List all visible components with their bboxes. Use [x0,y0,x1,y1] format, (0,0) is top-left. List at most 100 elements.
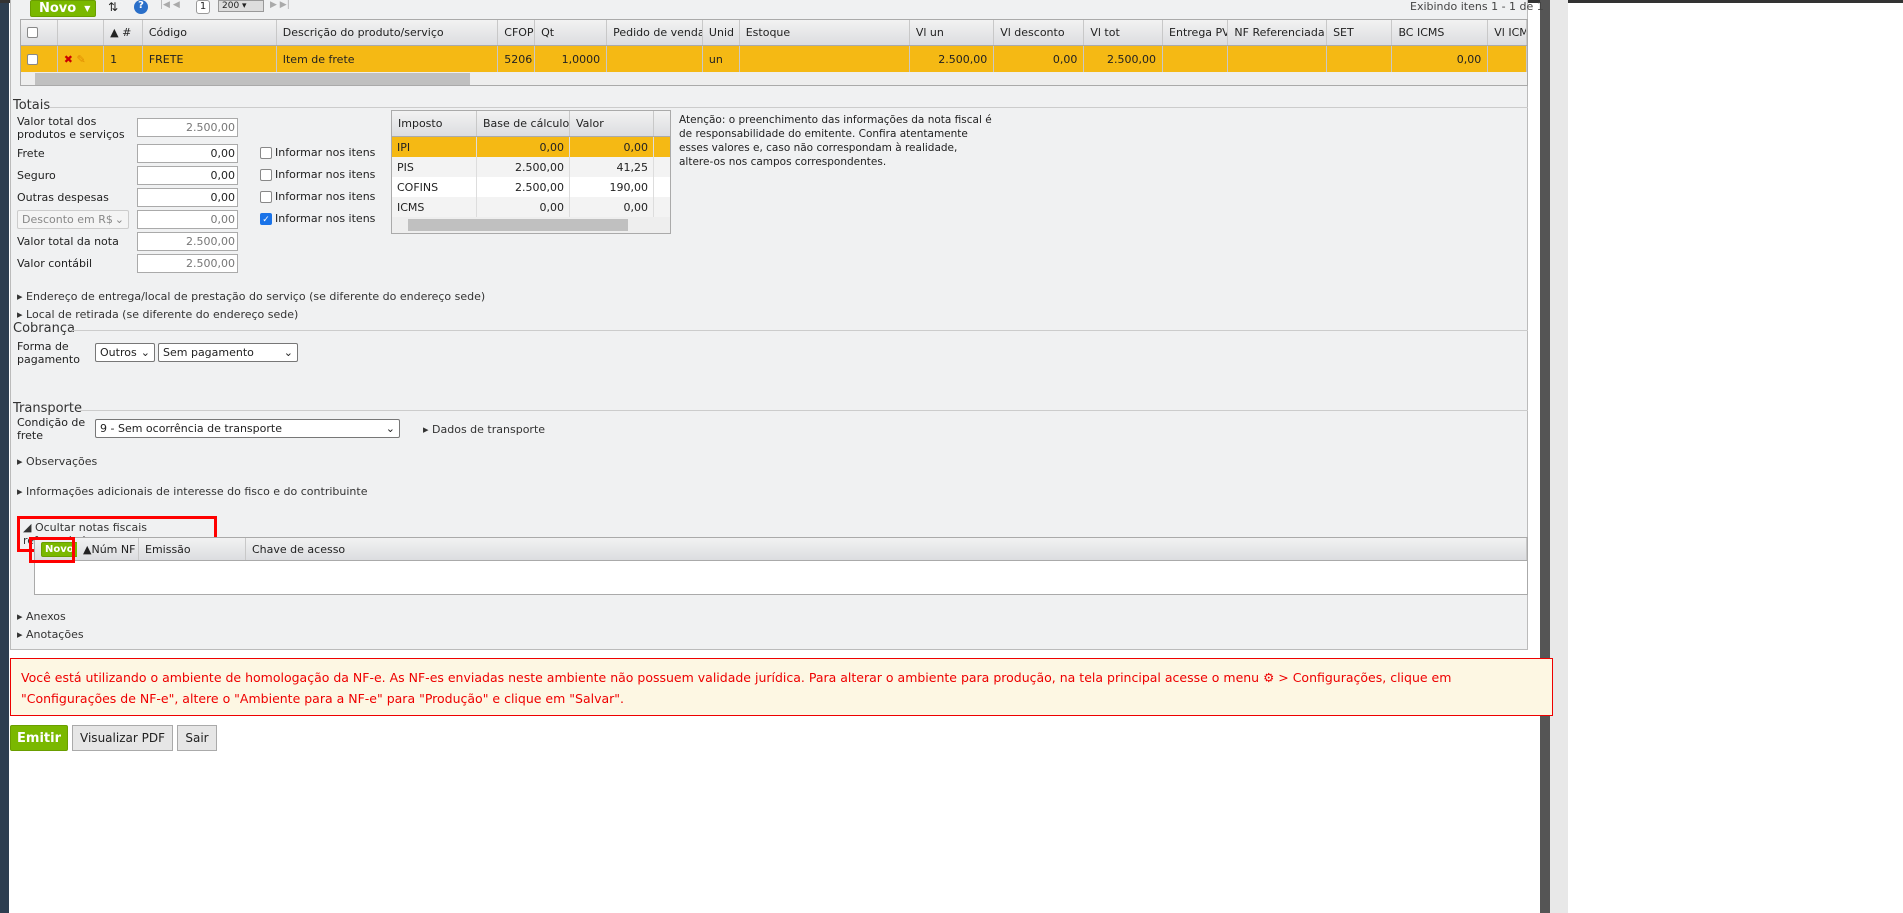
cell-unid: un [703,46,740,72]
scrollbar-thumb[interactable] [408,219,628,231]
column-header[interactable]: BC ICMS [1392,20,1489,45]
table-row[interactable]: COFINS 2.500,00 190,00 [392,177,670,197]
scrollbar-track[interactable] [1540,0,1550,913]
emitir-button[interactable]: Emitir [10,725,68,751]
valor-produtos-field[interactable]: 2.500,00 [137,118,238,137]
column-header[interactable]: ▲ # [104,20,143,45]
valor-contabil-label: Valor contábil [17,257,93,270]
forma-pagamento-select[interactable]: Outros ⌄ [95,343,155,362]
valor-nota-label: Valor total da nota [17,235,119,248]
novo-button[interactable]: Novo ▼ [30,0,96,17]
col-num-nf[interactable]: ▲ Núm NF [77,538,139,560]
next-page-icon[interactable]: ▶ ▶| [270,0,290,10]
endereco-entrega-toggle[interactable]: ▸ Endereço de entrega/local de prestação… [17,290,485,303]
first-page-icon[interactable]: |◀ ◀ [160,0,180,10]
cell-nf_ref [1228,46,1328,72]
valor-produtos-label: Valor total dos produtos e serviços [17,115,125,141]
observacoes-toggle[interactable]: ▸ Observações [17,455,97,468]
checkbox-label: Informar nos itens [275,168,376,181]
table-row[interactable]: ICMS 0,00 0,00 [392,197,670,217]
info-adicionais-toggle[interactable]: ▸ Informações adicionais de interesse do… [17,485,367,498]
tax-cell: 0,00 [477,137,570,157]
column-header[interactable]: Código [143,20,277,45]
dados-transporte-toggle[interactable]: ▸ Dados de transporte [423,423,545,436]
cell-cfop: 5206 [498,46,536,72]
col-chave[interactable]: Chave de acesso [246,538,1527,560]
tax-cell: PIS [392,157,477,177]
toggle-label: Observações [26,455,98,468]
table-row[interactable]: ✖ ✎ 1 FRETE Item de frete 5206 1,0000 un 2.500,… [21,46,1527,72]
left-sidebar-edge [0,0,9,913]
cell-codigo: FRETE [143,46,277,72]
column-header[interactable]: Vl ICMS [1488,20,1527,45]
impostos-header: Imposto Base de cálculo Valor [392,111,670,137]
desconto-type-select[interactable]: Desconto em R$ ⌄ [17,210,129,229]
desconto-field[interactable]: 0,00 [137,210,238,229]
tax-cell: 0,00 [570,197,654,217]
column-header[interactable]: Vl desconto [994,20,1085,45]
column-header[interactable]: NF Referenciada [1228,20,1328,45]
delete-icon[interactable]: ✖ [64,53,73,66]
highlight-box [29,537,75,563]
column-header[interactable]: Descrição do produto/serviço [277,20,499,45]
refresh-icon[interactable]: ⇅ [108,0,118,14]
homologacao-warning: Você está utilizando o ambiente de homol… [10,658,1553,716]
horizontal-scrollbar[interactable] [392,217,670,233]
column-header[interactable] [58,20,105,45]
outras-informar-checkbox[interactable]: Informar nos itens [260,190,375,203]
valor-nota-field[interactable]: 2.500,00 [137,232,238,251]
anexos-toggle[interactable]: ▸ Anexos [17,610,66,623]
help-icon[interactable]: ? [134,0,148,14]
cobranca-title: Cobrança [13,321,75,336]
column-header[interactable]: SET [1327,20,1393,45]
outras-label: Outras despesas [17,191,109,204]
toggle-label: Dados de transporte [432,423,546,436]
column-header[interactable]: Qt [535,20,608,45]
scrollbar-thumb[interactable] [35,73,470,85]
column-header[interactable]: Pedido de venda [607,20,703,45]
cell-descricao: Item de frete [277,46,499,72]
sair-button[interactable]: Sair [177,725,217,751]
chevron-down-icon: ⌄ [385,422,395,435]
condicao-frete-select[interactable]: 9 - Sem ocorrência de transporte ⌄ [95,419,400,438]
horizontal-scrollbar[interactable] [21,72,1527,85]
seguro-informar-checkbox[interactable]: Informar nos itens [260,168,375,181]
col-label: Núm NF [91,542,136,556]
row-checkbox[interactable] [27,53,38,65]
table-row[interactable]: IPI 0,00 0,00 [392,137,670,157]
table-row[interactable]: PIS 2.500,00 41,25 [392,157,670,177]
frete-informar-checkbox[interactable]: Informar nos itens [260,146,375,159]
tax-cell: ICMS [392,197,477,217]
column-header[interactable]: Entrega PV [1163,20,1229,45]
checkbox-label: Informar nos itens [275,146,376,159]
edit-pencil-icon[interactable]: ✎ [77,53,86,66]
visualizar-pdf-button[interactable]: Visualizar PDF [72,725,173,751]
seguro-field[interactable]: 0,00 [137,166,238,185]
tax-cell: 0,00 [477,197,570,217]
page-scrollbar[interactable] [1550,0,1568,913]
anotacoes-toggle[interactable]: ▸ Anotações [17,628,84,641]
condicao-frete-label: Condição de frete [17,416,86,442]
items-count: Exibindo itens 1 - 1 de 1 [1410,0,1544,13]
local-retirada-toggle[interactable]: ▸ Local de retirada (se diferente do end… [17,308,298,321]
column-header[interactable]: Unid [703,20,740,45]
col-emissao[interactable]: Emissão [139,538,246,560]
column-header[interactable]: Vl un [910,20,995,45]
outras-field[interactable]: 0,00 [137,188,238,207]
page-size-select[interactable]: 200 ▾ [218,0,264,12]
column-header[interactable]: CFOP [498,20,536,45]
column-header[interactable]: Vl tot [1084,20,1164,45]
col-base[interactable]: Base de cálculo [477,111,570,136]
pagamento-select[interactable]: Sem pagamento ⌄ [158,343,298,362]
desconto-informar-checkbox[interactable]: ✓ Informar nos itens [260,212,375,225]
select-all-checkbox[interactable] [27,27,38,38]
column-header[interactable] [21,20,58,45]
cell-entrega [1163,46,1229,72]
col-valor[interactable]: Valor [570,111,654,136]
page-input[interactable]: 1 [196,0,210,14]
tax-cell: COFINS [392,177,477,197]
valor-contabil-field[interactable]: 2.500,00 [137,254,238,273]
column-header[interactable]: Estoque [740,20,910,45]
frete-field[interactable]: 0,00 [137,144,238,163]
col-imposto[interactable]: Imposto [392,111,477,136]
